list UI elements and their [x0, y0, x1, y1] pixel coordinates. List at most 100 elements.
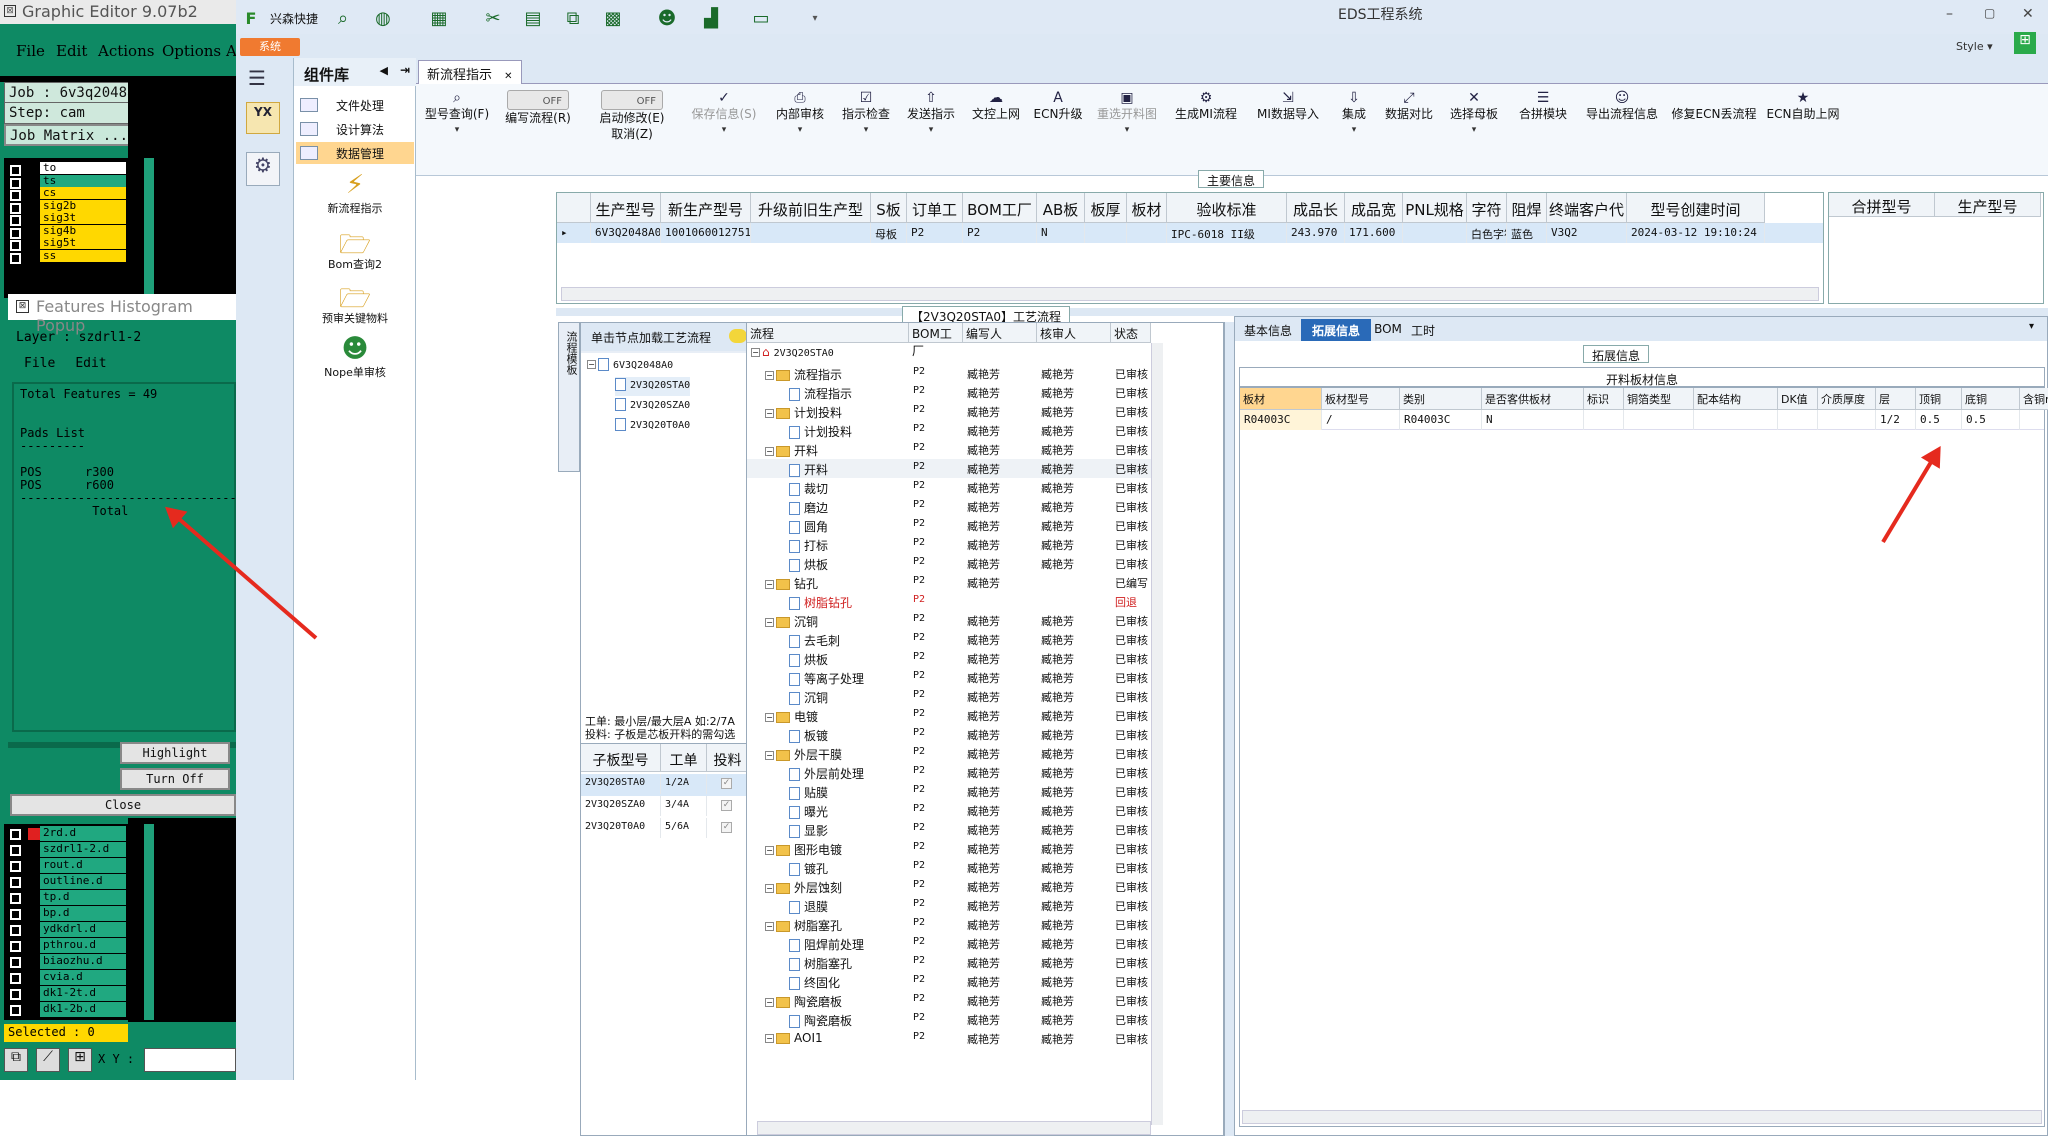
- detail-dropdown-icon[interactable]: ▾: [2029, 321, 2034, 332]
- ge-menu-actions[interactable]: Actions: [98, 42, 154, 60]
- dropdown-icon[interactable]: ▾: [804, 8, 826, 30]
- flow-node[interactable]: 烘板: [777, 649, 907, 668]
- status-cell[interactable]: 已审核: [1115, 896, 1151, 915]
- status-cell[interactable]: 已审核: [1115, 934, 1151, 953]
- dropdown-arrow-icon[interactable]: ▾: [1442, 122, 1506, 138]
- writer-cell[interactable]: 臧艳芳: [967, 763, 1037, 782]
- column-header[interactable]: BOM工厂: [963, 193, 1037, 223]
- table-cell[interactable]: 5/6A: [661, 818, 707, 838]
- layer-checkbox[interactable]: [10, 893, 21, 904]
- column-header[interactable]: 类别: [1400, 388, 1482, 410]
- bom-cell[interactable]: P2: [913, 706, 963, 725]
- flow-node[interactable]: 开料: [777, 459, 907, 478]
- table-cell[interactable]: [1694, 410, 1778, 430]
- status-cell[interactable]: 已审核: [1115, 706, 1151, 725]
- bom-cell[interactable]: P2: [913, 763, 963, 782]
- bom-cell[interactable]: P2: [913, 1010, 963, 1029]
- ribbon-button[interactable]: ⎙ 内部审核 ▾: [768, 90, 832, 138]
- table-row[interactable]: 2V3Q20SZA0 3/4A ✓: [581, 796, 751, 818]
- ribbon-button[interactable]: ▣ 重选开料图 ▾: [1090, 90, 1164, 138]
- system-tab[interactable]: 系统: [240, 38, 300, 56]
- flow-row[interactable]: − 计划投料 P2 臧艳芳 臧艳芳 已审核: [747, 402, 1151, 421]
- reviewer-cell[interactable]: 臧艳芳: [1041, 516, 1111, 535]
- reviewer-cell[interactable]: 臧艳芳: [1041, 820, 1111, 839]
- writer-cell[interactable]: 臧艳芳: [967, 687, 1037, 706]
- status-cell[interactable]: 已审核: [1115, 402, 1151, 421]
- layer-name[interactable]: dk1-2b.d: [40, 1002, 126, 1017]
- writer-cell[interactable]: [967, 592, 1037, 611]
- bom-cell[interactable]: P2: [913, 687, 963, 706]
- bom-cell[interactable]: P2: [913, 611, 963, 630]
- tree-root[interactable]: − 6V3Q2048A0: [587, 357, 673, 376]
- writer-cell[interactable]: 臧艳芳: [967, 877, 1037, 896]
- flow-node[interactable]: 显影: [777, 820, 907, 839]
- flow-node[interactable]: − 图形电镀: [765, 839, 907, 858]
- status-cell[interactable]: 已审核: [1115, 440, 1151, 459]
- flow-node[interactable]: − 开料: [765, 440, 907, 459]
- column-header[interactable]: 新生产型号: [661, 193, 751, 223]
- column-header[interactable]: 核审人: [1037, 323, 1111, 343]
- flow-row[interactable]: 计划投料 P2 臧艳芳 臧艳芳 已审核: [747, 421, 1151, 440]
- side-tab-template[interactable]: 流程模板: [558, 322, 580, 472]
- flow-node[interactable]: 阻焊前处理: [777, 934, 907, 953]
- collapse-icon[interactable]: −: [765, 409, 774, 418]
- column-header[interactable]: 阻焊: [1507, 193, 1547, 223]
- detail-tab[interactable]: 基本信息: [1237, 319, 1299, 341]
- bom-cell[interactable]: P2: [913, 839, 963, 858]
- table-cell[interactable]: R04003C: [1400, 410, 1482, 430]
- status-cell[interactable]: 已审核: [1115, 421, 1151, 440]
- column-header[interactable]: 型号创建时间: [1627, 193, 1765, 223]
- reviewer-cell[interactable]: 臧艳芳: [1041, 383, 1111, 402]
- ribbon-button[interactable]: ⌕ 型号查询(F) ▾: [422, 90, 492, 138]
- writer-cell[interactable]: 臧艳芳: [967, 668, 1037, 687]
- writer-cell[interactable]: 臧艳芳: [967, 630, 1037, 649]
- writer-cell[interactable]: 臧艳芳: [967, 953, 1037, 972]
- flow-node[interactable]: − 树脂塞孔: [765, 915, 907, 934]
- writer-cell[interactable]: 臧艳芳: [967, 934, 1037, 953]
- table-row[interactable]: R04003C/R04003CN1/20.50.50.3199: [1240, 410, 2044, 430]
- table-cell[interactable]: 1/2: [1876, 410, 1916, 430]
- layer-checkbox[interactable]: [10, 925, 21, 936]
- column-header[interactable]: 工单: [661, 744, 707, 772]
- status-cell[interactable]: 已审核: [1115, 763, 1151, 782]
- close-button[interactable]: Close: [10, 794, 236, 816]
- table-cell[interactable]: 1/2A: [661, 774, 707, 794]
- xy-input[interactable]: [144, 1048, 236, 1072]
- status-cell[interactable]: 已审核: [1115, 839, 1151, 858]
- flow-node[interactable]: − 陶瓷磨板: [765, 991, 907, 1010]
- collapse-icon[interactable]: −: [765, 846, 774, 855]
- table-cell[interactable]: [1624, 410, 1694, 430]
- reviewer-cell[interactable]: 臧艳芳: [1041, 839, 1111, 858]
- column-header[interactable]: 升级前旧生产型号: [751, 193, 871, 240]
- status-cell[interactable]: 已审核: [1115, 668, 1151, 687]
- lib-item-file[interactable]: 文件处理: [296, 94, 414, 116]
- dropdown-arrow-icon[interactable]: ▾: [768, 122, 832, 138]
- reviewer-cell[interactable]: 臧艳芳: [1041, 953, 1111, 972]
- tab-close-icon[interactable]: ✕: [504, 71, 512, 82]
- collapse-icon[interactable]: −: [765, 998, 774, 1007]
- column-header[interactable]: PNL规格: [1403, 193, 1467, 223]
- flow-row[interactable]: − 流程指示 P2 臧艳芳 臧艳芳 已审核: [747, 364, 1151, 383]
- bom-cell[interactable]: P2: [913, 934, 963, 953]
- column-header[interactable]: 生产型号: [1935, 193, 2041, 217]
- bom-cell[interactable]: P2: [913, 877, 963, 896]
- bom-cell[interactable]: P2: [913, 972, 963, 991]
- collapse-icon[interactable]: −: [765, 751, 774, 760]
- table-cell[interactable]: 2024-03-12 19:10:24: [1627, 223, 1765, 243]
- writer-cell[interactable]: 臧艳芳: [967, 915, 1037, 934]
- layer-name[interactable]: tp.d: [40, 890, 126, 905]
- writer-cell[interactable]: 臧艳芳: [967, 991, 1037, 1010]
- close-window-icon[interactable]: ✕: [2022, 6, 2034, 22]
- maximize-icon[interactable]: ▢: [1984, 6, 1995, 20]
- collapse-icon[interactable]: −: [587, 360, 596, 369]
- status-cell[interactable]: 已审核: [1115, 877, 1151, 896]
- detail-tab[interactable]: 工时: [1405, 319, 1441, 341]
- writer-cell[interactable]: 臧艳芳: [967, 421, 1037, 440]
- flow-row[interactable]: 去毛刺 P2 臧艳芳 臧艳芳 已审核: [747, 630, 1151, 649]
- copy-icon[interactable]: ⧉: [562, 8, 584, 30]
- bom-cell[interactable]: P2: [913, 383, 963, 402]
- flow-node[interactable]: 烘板: [777, 554, 907, 573]
- column-header[interactable]: 验收标准: [1167, 193, 1287, 223]
- reviewer-cell[interactable]: 臧艳芳: [1041, 535, 1111, 554]
- flow-row[interactable]: 板镀 P2 臧艳芳 臧艳芳 已审核: [747, 725, 1151, 744]
